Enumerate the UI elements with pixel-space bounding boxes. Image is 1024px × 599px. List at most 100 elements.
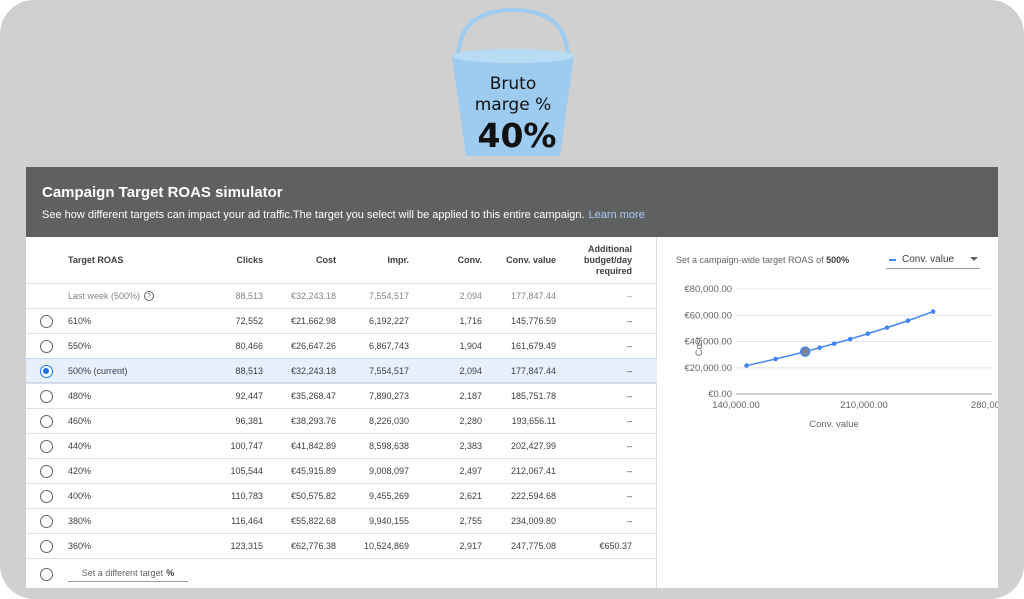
conv-cell: 2,094 (459, 366, 482, 376)
impr-cell: 8,226,030 (368, 416, 409, 426)
target-radio[interactable] (40, 440, 53, 453)
help-icon[interactable]: ? (144, 291, 155, 301)
chart-label-value: 500% (826, 255, 850, 265)
table-row[interactable]: 420% 105,544 €45,915.89 9,008,097 2,497 212,0… (26, 458, 657, 483)
table-row[interactable]: 500% (current) 88,513 €32,243.18 7,554,517 2… (26, 358, 657, 383)
y-tick-label: €20,000.00 (684, 363, 732, 374)
conv-value-cell: 202,427.99 (510, 441, 556, 451)
target-radio[interactable] (40, 515, 53, 528)
data-point (744, 363, 749, 368)
conv-value-cell: 234,009.80 (510, 516, 556, 526)
conv-value-cell: 212,067.41 (510, 466, 556, 476)
x-tick-label: 280,000.0 (971, 400, 998, 411)
data-point (831, 341, 837, 347)
chevron-down-icon (970, 257, 978, 261)
series-dropdown[interactable]: Conv. value (886, 251, 980, 269)
header-clicks: Clicks (236, 255, 263, 265)
roas-simulator-panel: Campaign Target ROAS simulator See how d… (26, 167, 998, 588)
budget-cell: – (626, 341, 632, 351)
target-radio[interactable] (40, 415, 53, 428)
learn-more-link[interactable]: Learn more (589, 209, 645, 221)
percent-unit: % (166, 567, 175, 578)
bucket-rim (452, 49, 574, 63)
table-row[interactable]: 460% 96,381 €38,293.76 8,226,030 2,280 193,65… (26, 408, 657, 433)
conv-cell: 2,755 (459, 516, 482, 526)
impr-cell: 7,890,273 (368, 391, 409, 401)
y-axis-label: Cost (694, 336, 705, 356)
clicks-cell: 96,381 (235, 416, 263, 426)
conv-cell: 2,917 (459, 541, 482, 551)
simulation-table: Target ROAS Clicks Cost Impr. Conv. Conv… (26, 237, 657, 588)
table-row[interactable]: 360% 123,315 €62,776.38 10,524,869 2,917 247,… (26, 533, 657, 558)
table-row[interactable]: 400% 110,783 €50,575.82 9,455,269 2,621 222,5… (26, 483, 657, 508)
target-radio[interactable] (40, 315, 53, 328)
table-row[interactable]: 440% 100,747 €41,842.89 8,598,638 2,383 202,4… (26, 433, 657, 458)
cost-cell: €41,842.89 (290, 441, 336, 451)
table-row[interactable]: 550% 80,466 €26,647.26 6,867,743 1,904 161,67… (26, 333, 657, 358)
conv-cell: 2,280 (459, 416, 482, 426)
custom-target-input[interactable]: Set a different target% (68, 564, 188, 582)
impr-cell: 8,598,638 (368, 441, 409, 451)
y-tick-label: €80,000.00 (684, 284, 732, 295)
budget-cell: – (626, 416, 632, 426)
target-roas-cell: 360% (68, 541, 92, 551)
custom-target-radio[interactable] (40, 568, 53, 581)
impr-cell: 9,940,155 (368, 516, 409, 526)
cost-cell: €35,268.47 (290, 391, 336, 401)
cost-cell: €50,575.82 (290, 491, 336, 501)
header-additional-budget: Additional budget/day required (566, 237, 632, 283)
y-tick-label: €40,000.00 (684, 337, 732, 348)
x-tick-label: 140,000.00 (712, 400, 760, 411)
bucket-label-line1: Bruto (489, 74, 537, 94)
target-radio[interactable] (40, 540, 53, 553)
data-point (773, 356, 778, 362)
conv-cell: 1,904 (459, 341, 482, 351)
simulator-title: Campaign Target ROAS simulator (42, 184, 283, 201)
target-roas-cell: 460% (68, 416, 92, 426)
last-week-conv: 2,094 (459, 291, 482, 301)
data-point (865, 331, 871, 337)
table-row[interactable]: 380% 116,464 €55,822.68 9,940,155 2,755 234,0… (26, 508, 657, 533)
target-roas-cell: 500% (current) (68, 366, 128, 376)
data-point (930, 309, 936, 314)
target-radio[interactable] (40, 365, 53, 378)
target-roas-cell: 420% (68, 466, 92, 476)
cost-cell: €32,243.18 (290, 366, 336, 376)
table-row[interactable]: 480% 92,447 €35,268.47 7,890,273 2,187 185,75… (26, 383, 657, 408)
simulator-description: See how different targets can impact you… (42, 209, 585, 221)
data-point (817, 345, 822, 351)
last-week-target: Last week (500%)? (68, 284, 155, 308)
budget-cell: – (626, 441, 632, 451)
target-radio[interactable] (40, 340, 53, 353)
target-radio[interactable] (40, 465, 53, 478)
conv-value-cell: 177,847.44 (510, 366, 556, 376)
cost-cell: €55,822.68 (290, 516, 336, 526)
impr-cell: 7,554,517 (368, 366, 409, 376)
cost-cell: €62,776.38 (290, 541, 336, 551)
target-roas-cell: 440% (68, 441, 92, 451)
target-radio[interactable] (40, 490, 53, 503)
budget-cell: – (626, 516, 632, 526)
cost-cell: €38,293.76 (290, 416, 336, 426)
clicks-cell: 92,447 (235, 391, 263, 401)
conv-value-cell: 247,775.08 (510, 541, 556, 551)
clicks-cell: 123,315 (230, 541, 263, 551)
target-radio[interactable] (40, 390, 53, 403)
last-week-clicks: 88,513 (235, 291, 263, 301)
cost-vs-conv-value-chart: €0.00 €20,000.00 €40,000.00 €60,000.00 €80,0… (684, 284, 998, 430)
clicks-cell: 72,552 (235, 316, 263, 326)
table-row[interactable]: 610% 72,552 €21,662.98 6,192,227 1,716 145,77… (26, 308, 657, 333)
header-target-roas: Target ROAS (68, 255, 124, 265)
header-conv: Conv. (457, 255, 482, 265)
clicks-cell: 105,544 (230, 466, 263, 476)
header-budget-line1: Additional (588, 243, 632, 254)
bucket-label-line2: marge % (474, 95, 552, 115)
clicks-cell: 88,513 (235, 366, 263, 376)
chart-label-prefix: Set a campaign-wide target ROAS of (676, 255, 824, 265)
chart-panel: Set a campaign-wide target ROAS of 500% … (658, 237, 998, 588)
impr-cell: 9,008,097 (368, 466, 409, 476)
impr-cell: 9,455,269 (368, 491, 409, 501)
cost-cell: €45,915.89 (290, 466, 336, 476)
budget-cell: – (626, 391, 632, 401)
last-week-conv-value: 177,847.44 (510, 291, 556, 301)
